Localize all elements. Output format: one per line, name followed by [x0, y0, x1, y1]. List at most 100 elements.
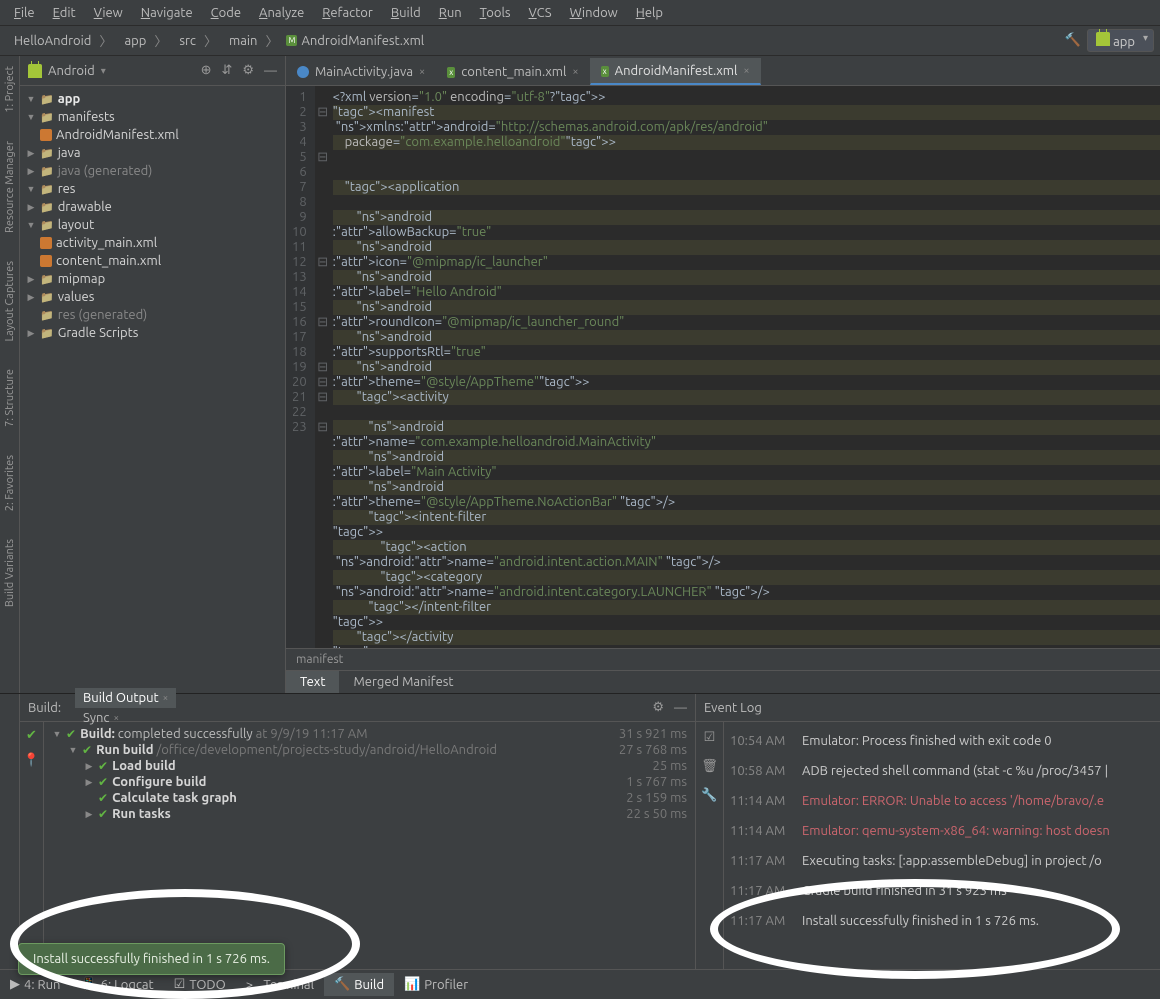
menu-help[interactable]: Help: [628, 3, 671, 23]
event-log-row[interactable]: 11:17 AMGradle build finished in 31 s 92…: [730, 876, 1154, 906]
build-icon[interactable]: 🔨: [1065, 33, 1081, 48]
menu-build[interactable]: Build: [383, 3, 429, 23]
hide-icon[interactable]: —: [264, 64, 277, 78]
tree-node[interactable]: ▼layout: [20, 216, 285, 234]
tree-node[interactable]: activity_main.xml: [20, 234, 285, 252]
wrench-icon[interactable]: 🔧: [701, 788, 717, 803]
folder-icon: [40, 308, 54, 322]
tool-window-button[interactable]: Layout Captures: [4, 257, 16, 346]
gear-icon[interactable]: ⚙: [242, 63, 254, 78]
close-icon[interactable]: ×: [572, 66, 578, 78]
check-icon: ✔: [98, 807, 108, 821]
collapse-all-icon[interactable]: ⇵: [221, 63, 232, 78]
menu-navigate[interactable]: Navigate: [133, 3, 201, 23]
breadcrumb-item[interactable]: src: [171, 32, 200, 50]
menu-file[interactable]: File: [6, 3, 43, 23]
editor-tab[interactable]: xcontent_main.xml×: [436, 59, 589, 85]
statusbar-button[interactable]: 📊 Profiler: [394, 973, 478, 996]
editor-area: MainActivity.java×xcontent_main.xml×xAnd…: [286, 56, 1160, 693]
menu-tools[interactable]: Tools: [472, 3, 519, 23]
tree-node[interactable]: ▶mipmap: [20, 270, 285, 288]
editor-mode-tab[interactable]: Merged Manifest: [339, 671, 467, 693]
statusbar-button[interactable]: 🔨 Build: [324, 973, 394, 996]
tree-node[interactable]: ▶drawable: [20, 198, 285, 216]
breadcrumb-item[interactable]: app: [116, 32, 150, 50]
tree-node[interactable]: res (generated): [20, 306, 285, 324]
tool-window-button[interactable]: 7: Structure: [4, 365, 16, 431]
build-row[interactable]: ▼✔Build: completed successfully at 9/9/1…: [52, 726, 687, 742]
event-log-list[interactable]: 10:54 AMEmulator: Process finished with …: [724, 722, 1160, 969]
statusbar-icon: ☑: [174, 977, 186, 992]
build-tab[interactable]: Build Output ×: [75, 688, 176, 708]
breadcrumb-item[interactable]: main: [221, 32, 261, 50]
statusbar-button[interactable]: >_ Terminal: [236, 974, 324, 996]
pin-icon[interactable]: 📍: [23, 753, 39, 768]
close-icon[interactable]: ×: [163, 692, 169, 703]
menu-view[interactable]: View: [86, 3, 131, 23]
build-panel: Build: Build Output ×Sync × ⚙ — ✔ 📍 ▼✔Bu…: [20, 694, 696, 969]
statusbar-button[interactable]: 📱 6: Logcat: [70, 973, 163, 996]
menu-run[interactable]: Run: [431, 3, 470, 23]
breadcrumb-item[interactable]: MAndroidManifest.xml: [282, 32, 428, 50]
statusbar-icon: 📱: [80, 977, 96, 992]
tree-node[interactable]: ▶Gradle Scripts: [20, 324, 285, 342]
menu-edit[interactable]: Edit: [45, 3, 84, 23]
build-row[interactable]: ▼✔Run build /office/development/projects…: [52, 742, 687, 758]
build-output-tree[interactable]: ▼✔Build: completed successfully at 9/9/1…: [44, 722, 695, 969]
build-panel-gutter: ✔ 📍: [20, 722, 44, 969]
statusbar-icon: 📊: [404, 977, 420, 992]
menu-vcs[interactable]: VCS: [521, 3, 560, 23]
notification-toast[interactable]: Install successfully finished in 1 s 726…: [18, 943, 285, 975]
editor-tab[interactable]: MainActivity.java×: [286, 59, 436, 85]
build-panel-title: Build:: [28, 701, 61, 715]
xml-icon: [40, 129, 52, 141]
hide-icon[interactable]: —: [674, 701, 687, 715]
tree-node[interactable]: ▼res: [20, 180, 285, 198]
trash-icon[interactable]: 🗑: [701, 759, 718, 774]
close-icon[interactable]: ×: [419, 66, 425, 78]
editor-tab[interactable]: xAndroidManifest.xml×: [590, 58, 761, 85]
editor-mode-tab[interactable]: Text: [286, 671, 339, 693]
tool-window-button[interactable]: 1: Project: [4, 62, 16, 117]
check-icon[interactable]: ☑: [704, 730, 716, 745]
menu-refactor[interactable]: Refactor: [314, 3, 381, 23]
dropdown-icon[interactable]: ▾: [101, 65, 106, 77]
event-log-row[interactable]: 11:14 AMEmulator: qemu-system-x86_64: wa…: [730, 816, 1154, 846]
line-number-gutter: 1234567891011121314151617181920212223: [286, 86, 315, 648]
statusbar-button[interactable]: ☑ TODO: [164, 973, 236, 996]
breadcrumb-item[interactable]: HelloAndroid: [6, 32, 95, 50]
event-log-row[interactable]: 11:17 AMInstall successfully finished in…: [730, 906, 1154, 936]
close-icon[interactable]: ×: [743, 65, 749, 77]
gear-icon[interactable]: ⚙: [652, 700, 664, 715]
tree-node[interactable]: ▶java (generated): [20, 162, 285, 180]
tool-window-button[interactable]: 2: Favorites: [4, 451, 16, 515]
build-row[interactable]: ▶✔Configure build1 s 767 ms: [52, 774, 687, 790]
menu-analyze[interactable]: Analyze: [251, 3, 312, 23]
code-editor[interactable]: 1234567891011121314151617181920212223 ⊟⊟…: [286, 86, 1160, 648]
tool-window-button[interactable]: Build Variants: [4, 535, 16, 611]
project-tree[interactable]: ▼app▼manifestsAndroidManifest.xml▶java▶j…: [20, 86, 285, 693]
event-log-row[interactable]: 10:54 AMEmulator: Process finished with …: [730, 726, 1154, 756]
tree-node[interactable]: ▶values: [20, 288, 285, 306]
tree-node[interactable]: ▶java: [20, 144, 285, 162]
tree-node[interactable]: content_main.xml: [20, 252, 285, 270]
event-log-row[interactable]: 11:17 AMExecuting tasks: [:app:assembleD…: [730, 846, 1154, 876]
tree-node[interactable]: ▼app: [20, 90, 285, 108]
build-row[interactable]: ✔Calculate task graph2 s 159 ms: [52, 790, 687, 806]
editor-breadcrumb[interactable]: manifest: [286, 648, 1160, 670]
event-log-row[interactable]: 11:14 AMEmulator: ERROR: Unable to acces…: [730, 786, 1154, 816]
fold-gutter[interactable]: ⊟⊟⊟⊟⊟⊟⊟⊟: [317, 90, 329, 435]
build-row[interactable]: ▶✔Load build25 ms: [52, 758, 687, 774]
tool-window-button[interactable]: Resource Manager: [4, 137, 16, 237]
menu-window[interactable]: Window: [562, 3, 626, 23]
statusbar-button[interactable]: ▶ 4: Run: [0, 973, 70, 996]
menu-code[interactable]: Code: [203, 3, 249, 23]
run-config-combo[interactable]: app: [1087, 29, 1154, 52]
project-view-mode[interactable]: Android: [48, 64, 95, 78]
build-row[interactable]: ▶✔Run tasks22 s 50 ms: [52, 806, 687, 822]
tree-node[interactable]: ▼manifests: [20, 108, 285, 126]
event-log-row[interactable]: 10:58 AMADB rejected shell command (stat…: [730, 756, 1154, 786]
code-content[interactable]: <?xml version="1.0" encoding="utf-8"?"ta…: [315, 86, 1160, 648]
tree-node[interactable]: AndroidManifest.xml: [20, 126, 285, 144]
scroll-to-source-icon[interactable]: ⊕: [201, 63, 212, 78]
